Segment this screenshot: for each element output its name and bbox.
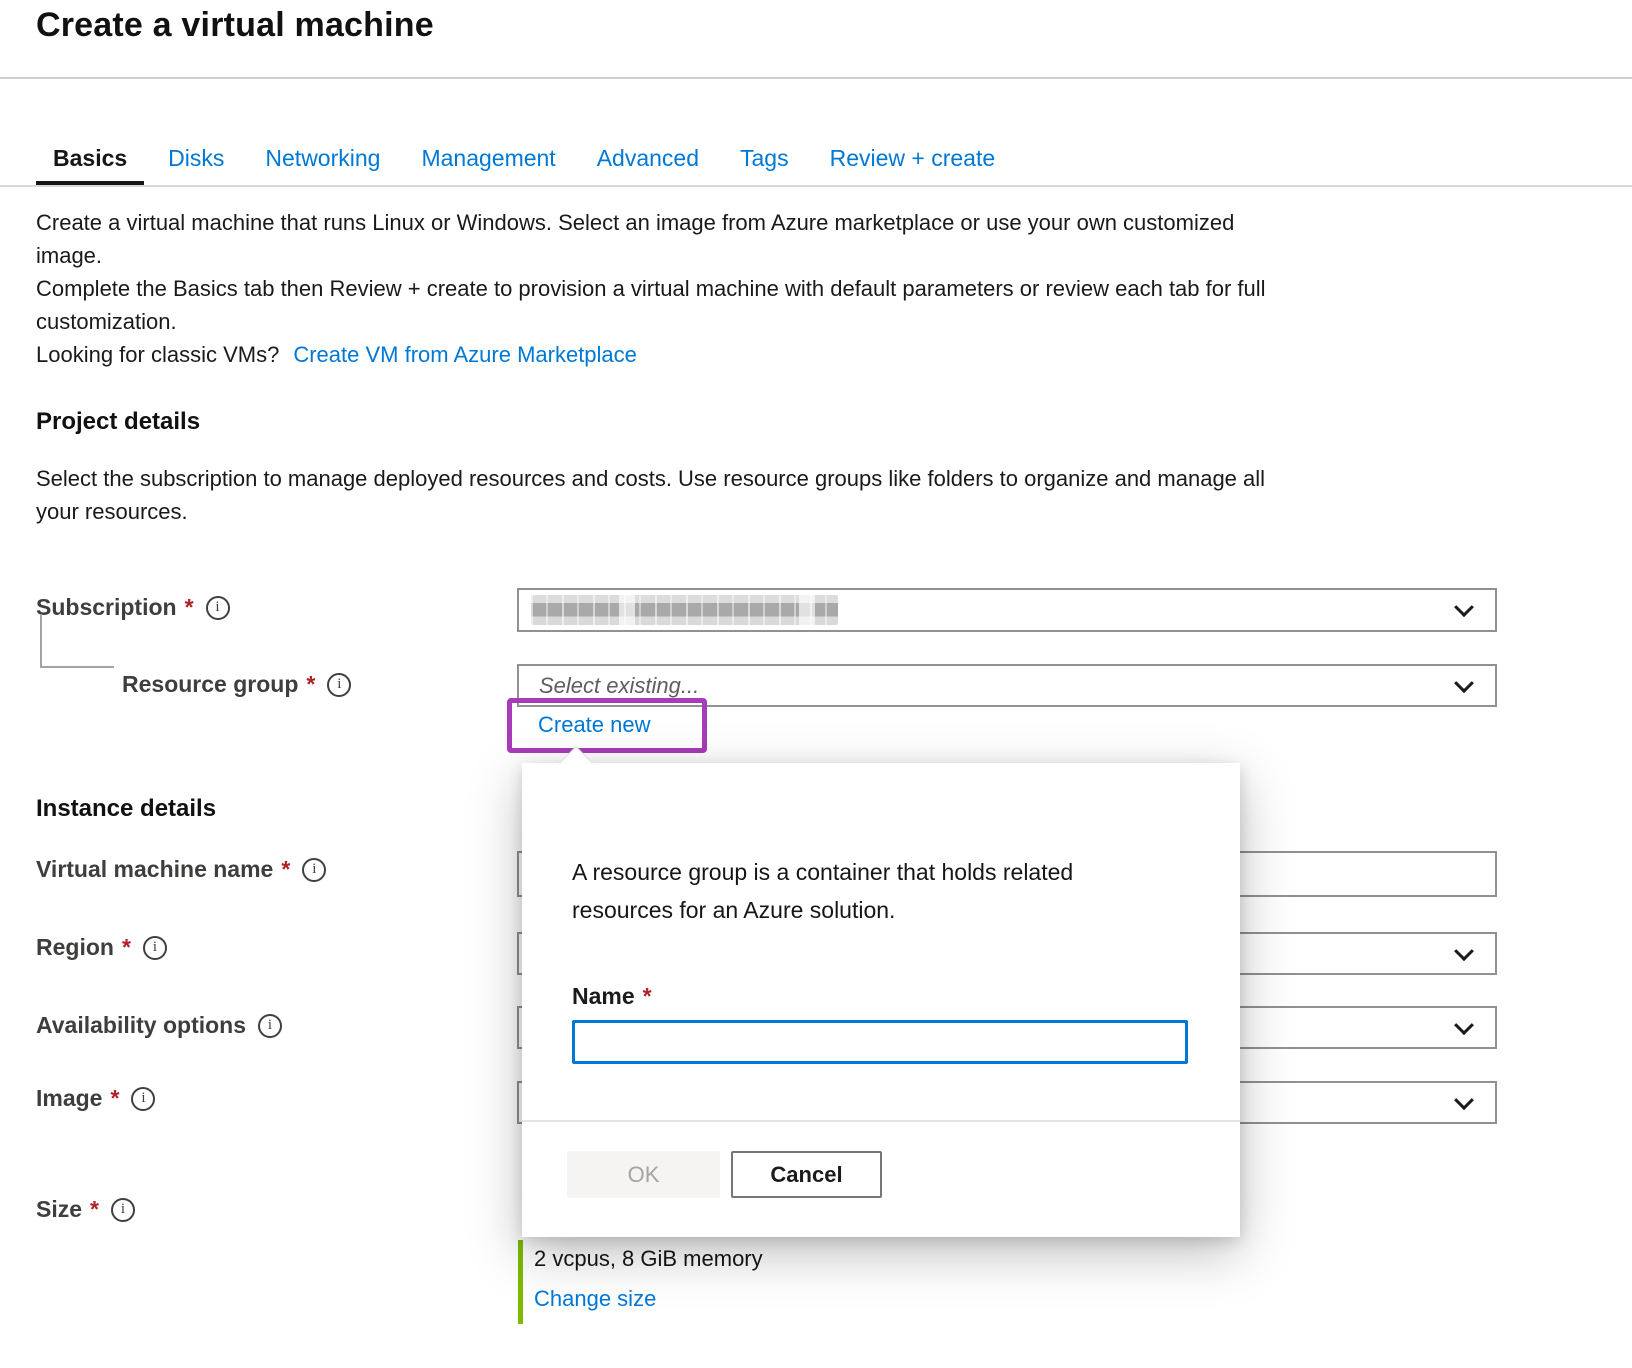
popup-desc-line: resources for an Azure solution. [572, 891, 1212, 929]
project-desc-line: your resources. [36, 495, 1265, 528]
intro-text: Create a virtual machine that runs Linux… [36, 206, 1266, 371]
classic-vm-row: Looking for classic VMs? Create VM from A… [36, 338, 1266, 371]
required-marker: * [185, 594, 194, 621]
create-vm-page: Create a virtual machine Basics Disks Ne… [0, 0, 1632, 1368]
popup-desc-line: A resource group is a container that hol… [572, 853, 1212, 891]
subscription-value-redacted [531, 595, 838, 625]
info-icon[interactable]: i [327, 673, 351, 697]
size-accent-bar [518, 1240, 523, 1324]
popup-caret [559, 746, 593, 780]
info-icon[interactable]: i [206, 596, 230, 620]
size-label: Size * i [36, 1196, 135, 1223]
intro-line: Complete the Basics tab then Review + cr… [36, 272, 1266, 305]
required-marker: * [306, 671, 315, 698]
tab-basics[interactable]: Basics [36, 136, 144, 186]
project-details-description: Select the subscription to manage deploy… [36, 462, 1265, 528]
project-desc-line: Select the subscription to manage deploy… [36, 462, 1265, 495]
region-label: Region * i [36, 934, 167, 961]
info-icon[interactable]: i [302, 858, 326, 882]
resource-group-placeholder: Select existing... [539, 673, 699, 699]
change-size-link[interactable]: Change size [534, 1286, 656, 1312]
required-marker: * [122, 934, 131, 961]
chevron-down-icon [1454, 1015, 1474, 1035]
info-icon[interactable]: i [131, 1087, 155, 1111]
cancel-button[interactable]: Cancel [731, 1151, 882, 1198]
create-vm-marketplace-link[interactable]: Create VM from Azure Marketplace [293, 342, 637, 367]
classic-vm-prompt: Looking for classic VMs? [36, 342, 279, 367]
intro-line: customization. [36, 305, 1266, 338]
vm-name-label: Virtual machine name * i [36, 856, 326, 883]
chevron-down-icon [1454, 673, 1474, 693]
chevron-down-icon [1454, 597, 1474, 617]
chevron-down-icon [1454, 941, 1474, 961]
resource-group-name-input[interactable] [572, 1020, 1188, 1064]
create-resource-group-popup: A resource group is a container that hol… [522, 763, 1240, 1237]
tab-review-create[interactable]: Review + create [813, 136, 1013, 186]
availability-options-label: Availability options i [36, 1012, 282, 1039]
tab-networking[interactable]: Networking [248, 136, 397, 186]
header-divider [0, 77, 1632, 79]
subscription-dropdown[interactable] [517, 588, 1497, 632]
tab-bar: Basics Disks Networking Management Advan… [36, 136, 1012, 186]
required-marker: * [90, 1196, 99, 1223]
resource-group-label: Resource group * i [122, 671, 351, 698]
page-title: Create a virtual machine [36, 6, 434, 45]
project-details-heading: Project details [36, 408, 200, 436]
popup-name-label: Name * [572, 983, 652, 1010]
required-marker: * [110, 1085, 119, 1112]
popup-description: A resource group is a container that hol… [572, 853, 1212, 929]
tab-advanced[interactable]: Advanced [580, 136, 716, 186]
tabs-underline [0, 185, 1632, 187]
tab-disks[interactable]: Disks [151, 136, 241, 186]
required-marker: * [281, 856, 290, 883]
info-icon[interactable]: i [258, 1014, 282, 1038]
tab-management[interactable]: Management [404, 136, 572, 186]
intro-line: image. [36, 239, 1266, 272]
subscription-resource-connector [40, 614, 114, 668]
create-new-link[interactable]: Create new [538, 712, 651, 738]
image-label: Image * i [36, 1085, 155, 1112]
tab-tags[interactable]: Tags [723, 136, 806, 186]
ok-button[interactable]: OK [567, 1151, 720, 1198]
info-icon[interactable]: i [143, 936, 167, 960]
popup-footer-divider [522, 1120, 1240, 1122]
instance-details-heading: Instance details [36, 795, 216, 823]
resource-group-dropdown[interactable]: Select existing... [517, 664, 1497, 707]
info-icon[interactable]: i [111, 1198, 135, 1222]
intro-line: Create a virtual machine that runs Linux… [36, 206, 1266, 239]
chevron-down-icon [1454, 1090, 1474, 1110]
size-specs: 2 vcpus, 8 GiB memory [534, 1246, 763, 1272]
required-marker: * [643, 983, 652, 1010]
